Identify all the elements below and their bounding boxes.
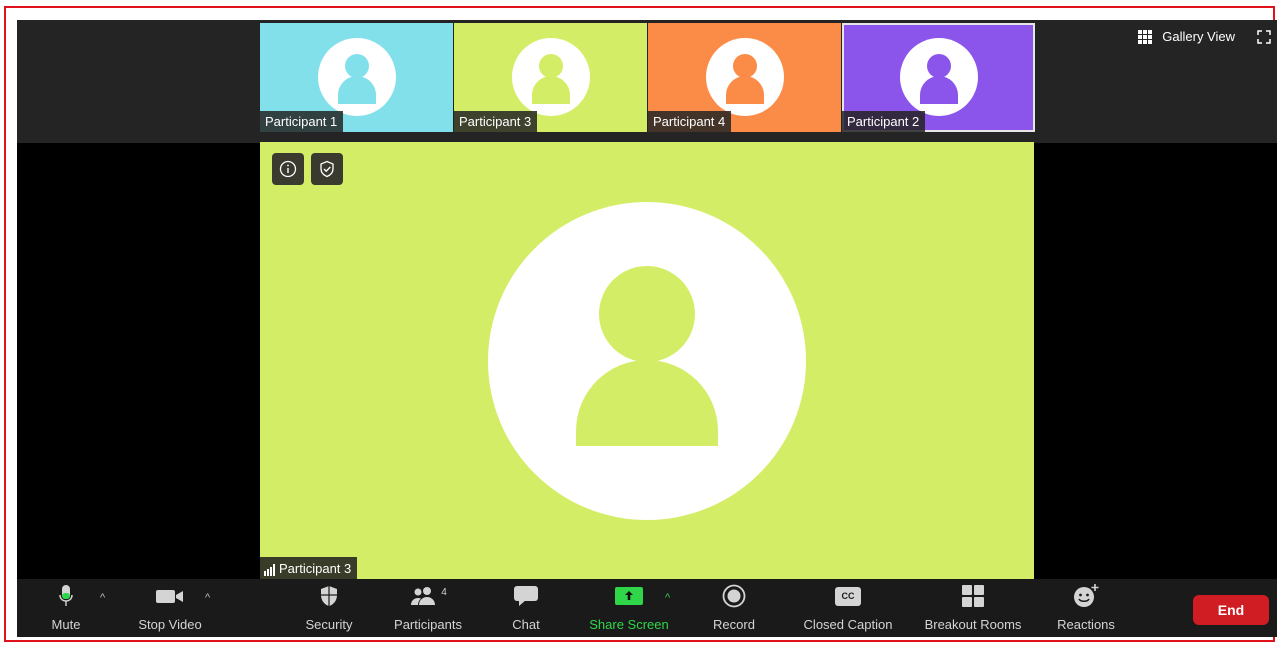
participant-name: Participant 4	[648, 111, 732, 132]
participants-count: 4	[441, 586, 447, 598]
participant-name: Participant 1	[260, 111, 344, 132]
video-camera-icon	[156, 590, 183, 603]
avatar	[511, 38, 590, 116]
share-screen-button[interactable]: Share Screen	[583, 579, 675, 637]
closed-caption-button[interactable]: CC Closed Caption	[792, 579, 904, 637]
record-icon	[722, 584, 746, 608]
participant-thumbnail-1[interactable]: Participant 1	[260, 23, 453, 132]
stop-video-button[interactable]: Stop Video	[129, 579, 211, 637]
avatar	[899, 38, 978, 116]
grid-icon	[1138, 29, 1153, 44]
participants-label: Participants	[394, 617, 462, 632]
security-button[interactable]: Security	[299, 579, 359, 637]
avatar	[705, 38, 784, 116]
participant-thumbnail-3[interactable]: Participant 3	[454, 23, 647, 132]
participant-strip: Participant 1 Participant 3 Participant …	[17, 20, 1277, 143]
breakout-rooms-button[interactable]: Breakout Rooms	[916, 579, 1030, 637]
participant-thumbnail-4[interactable]: Participant 4	[648, 23, 841, 132]
share-screen-icon	[615, 587, 643, 605]
zoom-meeting-window: Participant 1 Participant 3 Participant …	[17, 20, 1277, 637]
speaker-name: Participant 3	[279, 561, 352, 576]
avatar	[317, 38, 396, 116]
share-screen-label: Share Screen	[589, 617, 669, 632]
share-options-chevron-up-icon[interactable]: ^	[665, 592, 670, 604]
mute-button[interactable]: Mute	[45, 579, 87, 637]
participant-thumbnail-2[interactable]: Participant 2	[842, 23, 1035, 132]
active-speaker-video: Participant 3	[260, 142, 1034, 579]
signal-strength-icon	[264, 564, 275, 576]
record-button[interactable]: Record	[707, 579, 761, 637]
gallery-view-button[interactable]: Gallery View	[1138, 29, 1235, 44]
security-label: Security	[305, 617, 353, 632]
audio-options-chevron-up-icon[interactable]: ^	[100, 592, 105, 604]
gallery-view-label: Gallery View	[1162, 29, 1235, 44]
participant-name: Participant 2	[842, 111, 926, 132]
meeting-toolbar: Mute ^ Stop Video ^ Security 4 Participa…	[17, 579, 1277, 637]
reactions-button[interactable]: Reactions	[1050, 579, 1122, 637]
breakout-rooms-icon	[962, 585, 984, 607]
stop-video-label: Stop Video	[138, 617, 202, 632]
speaker-name-tag: Participant 3	[260, 557, 358, 579]
encryption-shield-button[interactable]	[311, 153, 343, 185]
chat-bubble-icon	[514, 586, 538, 606]
record-label: Record	[713, 617, 755, 632]
microphone-icon	[59, 585, 73, 606]
end-meeting-button[interactable]: End	[1193, 595, 1269, 625]
reactions-label: Reactions	[1057, 617, 1115, 632]
shield-check-icon	[320, 160, 334, 178]
speaker-avatar	[488, 202, 806, 520]
participants-button[interactable]: 4 Participants	[386, 579, 470, 637]
mute-label: Mute	[51, 617, 81, 632]
info-icon	[279, 160, 297, 178]
meeting-info-button[interactable]	[272, 153, 304, 185]
video-options-chevron-up-icon[interactable]: ^	[205, 592, 210, 604]
participant-name: Participant 3	[454, 111, 538, 132]
breakout-rooms-label: Breakout Rooms	[924, 617, 1022, 632]
chat-label: Chat	[512, 617, 540, 632]
chat-button[interactable]: Chat	[505, 579, 547, 637]
reactions-smiley-icon	[1074, 584, 1099, 607]
closed-caption-icon: CC	[835, 586, 861, 606]
shield-icon	[321, 586, 337, 606]
closed-caption-label: Closed Caption	[803, 617, 893, 632]
fullscreen-icon[interactable]	[1257, 30, 1271, 44]
participants-icon	[411, 587, 436, 605]
